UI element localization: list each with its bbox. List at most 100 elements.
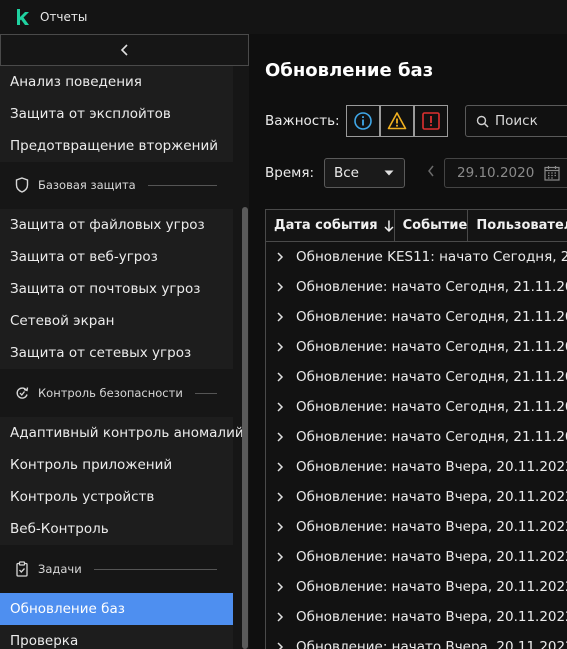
table-row[interactable]: Обновление: начато Вчера, 20.11.2022 13:	[266, 602, 567, 632]
chevron-left-icon	[120, 44, 128, 56]
date-value: 29.10.2020	[457, 165, 535, 181]
warning-icon	[387, 112, 407, 130]
sidebar-item-adaptive-anomaly-control[interactable]: Адаптивный контроль аномалий	[0, 417, 244, 449]
chevron-right-icon[interactable]	[276, 462, 284, 472]
sidebar-item-scan[interactable]: Проверка	[0, 625, 233, 649]
kaspersky-logo-icon	[17, 9, 29, 25]
sidebar-item-database-update[interactable]: Обновление баз	[0, 593, 233, 625]
column-header-user[interactable]: Пользователь	[468, 210, 567, 241]
column-header-event-date[interactable]: Дата события	[266, 210, 395, 241]
chevron-right-icon[interactable]	[276, 402, 284, 412]
column-header-label: Пользователь	[476, 218, 567, 233]
row-text: Обновление KES11: начато Сегодня, 21.11.…	[296, 249, 567, 265]
table-row[interactable]: Обновление: начато Вчера, 20.11.2022 23:	[266, 452, 567, 482]
chevron-right-icon[interactable]	[276, 252, 284, 262]
row-text: Обновление: начато Сегодня, 21.11.2022 1…	[296, 429, 567, 445]
chevron-right-icon[interactable]	[276, 612, 284, 622]
sidebar-item-file-threat-protection[interactable]: Защита от файловых угроз	[0, 209, 233, 241]
chevron-right-icon[interactable]	[276, 492, 284, 502]
chevron-right-icon[interactable]	[276, 372, 284, 382]
severity-warning-button[interactable]	[380, 105, 414, 137]
nav-group-security: Адаптивный контроль аномалий Контроль пр…	[0, 417, 244, 545]
row-text: Обновление: начато Сегодня, 21.11.2022 1…	[296, 279, 567, 295]
table-row[interactable]: Обновление: начато Сегодня, 21.11.2022 9…	[266, 302, 567, 332]
chevron-right-icon[interactable]	[276, 432, 284, 442]
chevron-down-icon	[384, 170, 394, 176]
sort-descending-icon	[384, 220, 394, 232]
sidebar-item-network-threat-protection[interactable]: Защита от сетевых угроз	[0, 337, 233, 369]
table-row[interactable]: Обновление: начато Сегодня, 21.11.2022 1…	[266, 422, 567, 452]
row-text: Обновление: начато Сегодня, 21.11.2022 9…	[296, 309, 567, 325]
row-text: Обновление: начато Вчера, 20.11.2022 13:	[296, 609, 567, 625]
sidebar-scrollbar-thumb[interactable]	[242, 207, 248, 649]
chevron-right-icon[interactable]	[276, 582, 284, 592]
sidebar-item-web-control[interactable]: Веб-Контроль	[0, 513, 233, 545]
security-control-icon	[16, 387, 29, 399]
section-tasks: Задачи	[0, 545, 233, 593]
nav-group-advanced: Анализ поведения Защита от эксплойтов Пр…	[0, 66, 233, 162]
sidebar-item-mail-threat-protection[interactable]: Защита от почтовых угроз	[0, 273, 233, 305]
row-text: Обновление: начато Вчера, 20.11.2022 21:	[296, 489, 567, 505]
table-row[interactable]: Обновление: начато Вчера, 20.11.2022 21:	[266, 482, 567, 512]
chevron-right-icon[interactable]	[276, 522, 284, 532]
section-divider	[93, 568, 217, 570]
row-text: Обновление: начато Вчера, 20.11.2022 15:	[296, 579, 567, 595]
table-row[interactable]: Обновление: начато Сегодня, 21.11.2022 7…	[266, 332, 567, 362]
page-title: Обновление баз	[265, 60, 434, 81]
table-row[interactable]: Обновление: начато Сегодня, 21.11.2022 3…	[266, 392, 567, 422]
sidebar-item-application-control[interactable]: Контроль приложений	[0, 449, 233, 481]
sidebar-item-web-threat-protection[interactable]: Защита от веб-угроз	[0, 241, 233, 273]
severity-critical-button[interactable]	[414, 105, 448, 137]
sidebar-item-firewall[interactable]: Сетевой экран	[0, 305, 233, 337]
table-row[interactable]: Обновление: начато Вчера, 20.11.2022 19:	[266, 512, 567, 542]
search-placeholder: Поиск	[495, 113, 538, 129]
calendar-icon[interactable]	[544, 165, 560, 181]
date-input[interactable]: 29.10.2020	[444, 158, 567, 188]
shield-icon	[15, 177, 29, 193]
table-header: Дата события Событие Пользователь	[266, 210, 567, 242]
table-row[interactable]: Обновление: начато Вчера, 20.11.2022 11:	[266, 632, 567, 649]
sidebar-item-exploit-protection[interactable]: Защита от эксплойтов	[0, 98, 233, 130]
column-header-label: Дата события	[274, 218, 378, 233]
collapse-sidebar-button[interactable]	[0, 34, 249, 66]
row-text: Обновление: начато Вчера, 20.11.2022 17:	[296, 549, 567, 565]
time-select[interactable]: Все	[324, 158, 405, 188]
chevron-right-icon[interactable]	[276, 552, 284, 562]
table-row[interactable]: Обновление: начато Вчера, 20.11.2022 17:	[266, 542, 567, 572]
section-label: Контроль безопасности	[38, 386, 183, 400]
severity-label: Важность:	[265, 113, 340, 129]
chevron-left-icon[interactable]	[427, 165, 435, 177]
column-header-event[interactable]: Событие	[395, 210, 469, 241]
info-icon	[354, 112, 372, 130]
row-text: Обновление: начато Вчера, 20.11.2022 19:	[296, 519, 567, 535]
table-row[interactable]: Обновление KES11: начато Сегодня, 21.11.…	[266, 242, 567, 272]
chevron-right-icon[interactable]	[276, 342, 284, 352]
search-input[interactable]: Поиск	[465, 105, 567, 137]
time-select-value: Все	[334, 165, 359, 181]
row-text: Обновление: начато Сегодня, 21.11.2022 5…	[296, 369, 567, 385]
nav-group-base: Защита от файловых угроз Защита от веб-у…	[0, 209, 233, 369]
sidebar-item-behavior-analysis[interactable]: Анализ поведения	[0, 66, 233, 98]
search-icon	[476, 115, 489, 128]
main-panel: Обновление баз Важность: Поиск Время: Вс…	[249, 34, 567, 649]
title-bar: Отчеты	[0, 0, 567, 34]
nav-group-tasks: Обновление баз Проверка	[0, 593, 233, 649]
sidebar-item-device-control[interactable]: Контроль устройств	[0, 481, 233, 513]
section-divider	[194, 392, 217, 394]
sidebar-item-intrusion-prevention[interactable]: Предотвращение вторжений	[0, 130, 233, 162]
table-row[interactable]: Обновление: начато Вчера, 20.11.2022 15:	[266, 572, 567, 602]
critical-icon	[422, 112, 440, 130]
table-body: Обновление KES11: начато Сегодня, 21.11.…	[266, 242, 567, 649]
severity-info-button[interactable]	[346, 105, 380, 137]
chevron-right-icon[interactable]	[276, 312, 284, 322]
table-row[interactable]: Обновление: начато Сегодня, 21.11.2022 5…	[266, 362, 567, 392]
chevron-right-icon[interactable]	[276, 642, 284, 649]
section-base-protection: Базовая защита	[0, 161, 233, 209]
row-text: Обновление: начато Вчера, 20.11.2022 23:	[296, 459, 567, 475]
sidebar: Анализ поведения Защита от эксплойтов Пр…	[0, 34, 249, 649]
chevron-right-icon[interactable]	[276, 282, 284, 292]
section-label: Задачи	[38, 562, 82, 576]
section-divider	[147, 184, 217, 186]
table-row[interactable]: Обновление: начато Сегодня, 21.11.2022 1…	[266, 272, 567, 302]
section-label: Базовая защита	[38, 178, 136, 192]
